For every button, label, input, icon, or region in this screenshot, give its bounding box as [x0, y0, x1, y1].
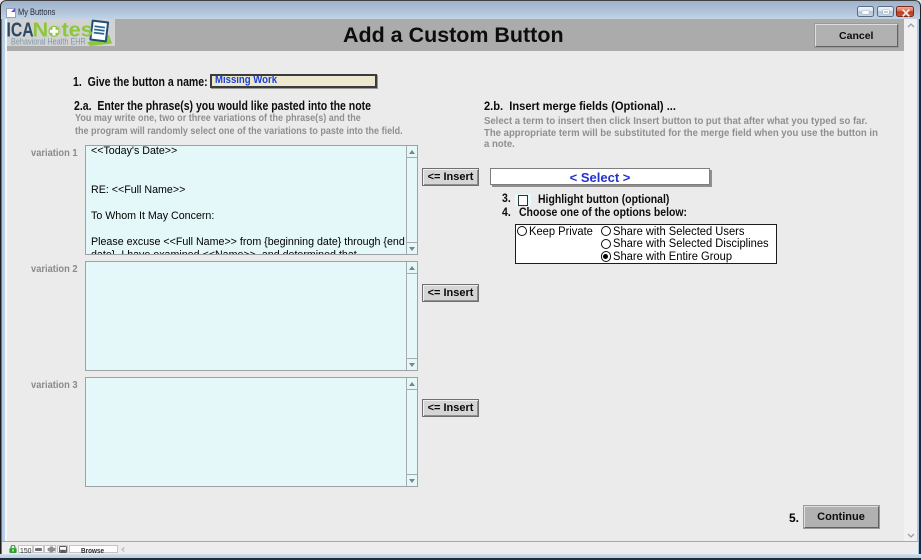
svg-text:Behavioral Health EHR: Behavioral Health EHR: [11, 37, 86, 46]
